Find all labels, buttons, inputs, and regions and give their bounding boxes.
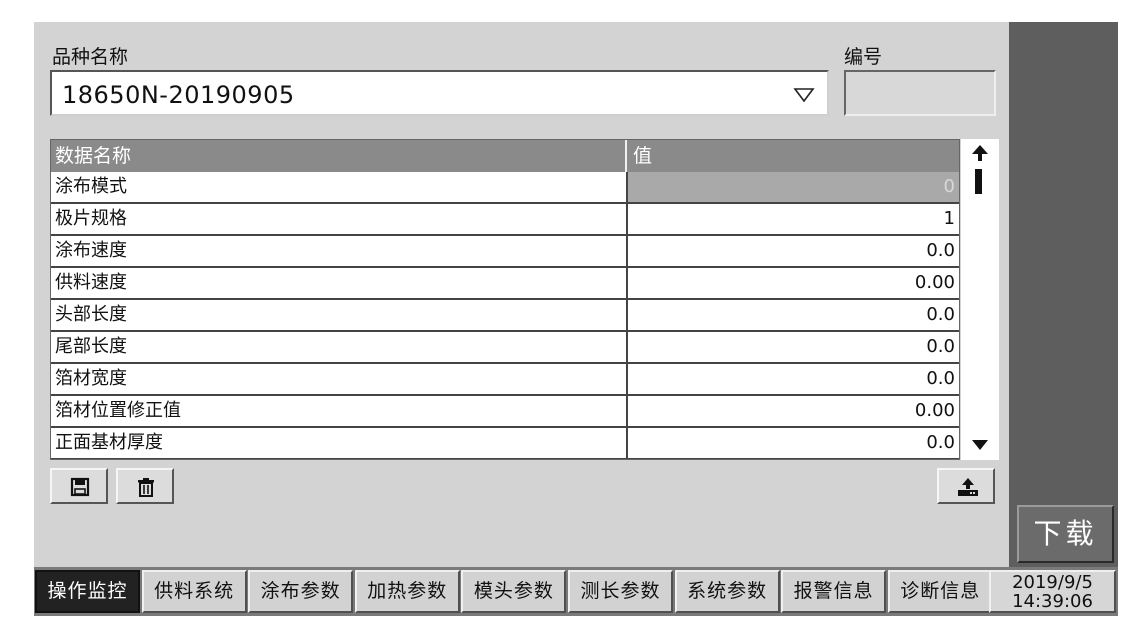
parameter-value-cell[interactable]: 0.0 (628, 236, 959, 268)
parameter-name-cell: 涂布模式 (51, 172, 628, 204)
hmi-screen: 品种名称 编号 18650N-20190905 数据名称 值 涂布模式 0 极片规格… (34, 22, 1118, 616)
code-label: 编号 (844, 46, 883, 68)
upload-button[interactable] (937, 468, 995, 504)
table-row[interactable]: 尾部长度 0.0 (51, 332, 959, 364)
scroll-down-arrow-icon[interactable] (969, 437, 991, 453)
column-header-value: 值 (633, 145, 653, 167)
variety-name-label: 品种名称 (52, 46, 129, 68)
column-header-name: 数据名称 (51, 140, 627, 172)
parameter-name-cell: 涂布速度 (51, 236, 628, 268)
datetime-display: 2019/9/5 14:39:06 (989, 570, 1116, 613)
scroll-up-arrow-icon[interactable] (969, 143, 991, 163)
table-row[interactable]: 头部长度 0.0 (51, 300, 959, 332)
parameter-name-cell: 尾部长度 (51, 332, 628, 364)
tab-item[interactable]: 模头参数 (461, 570, 567, 613)
parameter-value-cell[interactable]: 0.00 (628, 396, 959, 428)
table-row[interactable]: 箔材位置修正值 0.00 (51, 396, 959, 428)
tab-item[interactable]: 涂布参数 (248, 570, 354, 613)
parameter-value-cell[interactable]: 0.0 (628, 332, 959, 364)
date-text: 2019/9/5 (1012, 572, 1093, 593)
save-button[interactable] (50, 468, 108, 504)
upload-icon (958, 478, 978, 496)
parameter-value-cell[interactable]: 0.0 (628, 364, 959, 396)
download-button[interactable]: 下载 (1017, 505, 1114, 563)
recipe-panel: 品种名称 编号 18650N-20190905 数据名称 值 涂布模式 0 极片规格… (34, 22, 1009, 567)
parameter-name-cell: 箔材宽度 (51, 364, 628, 396)
tab-item[interactable]: 加热参数 (354, 570, 460, 613)
parameter-value-cell[interactable]: 0.0 (628, 428, 959, 459)
table-row[interactable]: 正面基材厚度 0.0 (51, 428, 959, 459)
right-side-strip (1009, 22, 1118, 567)
table-row[interactable]: 涂布模式 0 (51, 172, 959, 204)
tab-item[interactable]: 操作监控 (35, 570, 140, 613)
tab-item[interactable]: 测长参数 (568, 570, 673, 613)
trash-icon (138, 478, 154, 497)
bottom-tab-bar: 操作监控 供料系统 涂布参数 加热参数 模头参数 测长参数 系统参数 报警信息 诊断信息 201… (34, 567, 1118, 616)
tab-item[interactable]: 诊断信息 (887, 570, 993, 613)
code-field[interactable] (844, 70, 996, 116)
dropdown-triangle-icon[interactable] (793, 87, 815, 103)
parameter-value-cell[interactable]: 0.00 (628, 268, 959, 300)
parameter-name-cell: 极片规格 (51, 204, 628, 236)
parameter-value-cell[interactable]: 1 (628, 204, 959, 236)
table-row[interactable]: 极片规格 1 (51, 204, 959, 236)
table-row[interactable]: 供料速度 0.00 (51, 268, 959, 300)
parameter-name-cell: 头部长度 (51, 300, 628, 332)
parameter-name-cell: 正面基材厚度 (51, 428, 628, 459)
table-scrollbar[interactable] (961, 139, 999, 460)
table-row[interactable]: 涂布速度 0.0 (51, 236, 959, 268)
parameter-value-cell[interactable]: 0 (628, 172, 959, 204)
save-icon (70, 477, 90, 497)
delete-button[interactable] (116, 468, 174, 504)
tab-item[interactable]: 供料系统 (141, 570, 247, 613)
parameter-name-cell: 供料速度 (51, 268, 628, 300)
time-text: 14:39:06 (1012, 591, 1093, 612)
variety-select-value: 18650N-20190905 (62, 81, 295, 109)
parameter-table: 数据名称 值 涂布模式 0 极片规格 1 涂布速度 0.0 供料速度 0.00 头部长度 0.0 尾… (50, 139, 960, 460)
table-header: 数据名称 值 (51, 140, 959, 172)
scrollbar-thumb[interactable] (975, 169, 982, 194)
tab-item[interactable]: 系统参数 (674, 570, 780, 613)
table-row[interactable]: 箔材宽度 0.0 (51, 364, 959, 396)
parameter-value-cell[interactable]: 0.0 (628, 300, 959, 332)
tab-item[interactable]: 报警信息 (781, 570, 887, 613)
parameter-name-cell: 箔材位置修正值 (51, 396, 628, 428)
variety-select[interactable]: 18650N-20190905 (50, 70, 829, 116)
